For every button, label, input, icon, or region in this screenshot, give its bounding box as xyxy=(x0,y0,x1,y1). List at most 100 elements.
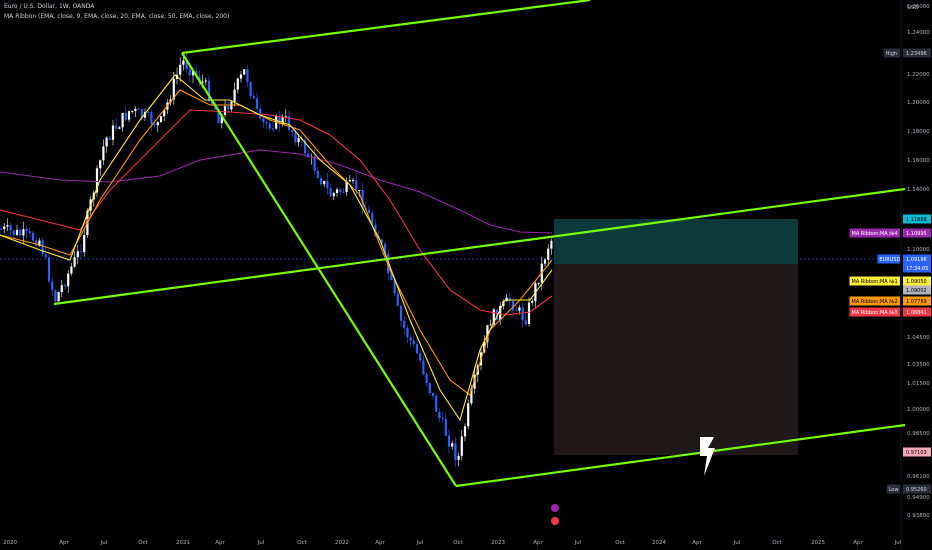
candle-body xyxy=(233,89,236,102)
candle-body xyxy=(367,209,371,214)
candle-body xyxy=(153,124,156,126)
candle-body xyxy=(550,240,553,249)
price-tick-label: 1.04500 xyxy=(907,335,930,341)
candle-body xyxy=(28,231,31,233)
candle-body xyxy=(249,82,252,97)
candle-body xyxy=(297,138,300,143)
candle-body xyxy=(63,285,67,287)
candle-body xyxy=(25,229,28,232)
candle-body xyxy=(137,108,140,110)
candle-body xyxy=(422,360,425,375)
price-tag-value: 1.09050 xyxy=(906,279,927,285)
candle-body xyxy=(460,436,463,456)
dividend-marker-icon[interactable] xyxy=(551,517,559,525)
price-tag-label: MA Ribbon:MA №2 xyxy=(852,299,898,305)
candle-body xyxy=(518,307,521,311)
ma3-line[interactable] xyxy=(0,109,553,316)
candle-body xyxy=(12,230,15,235)
candle-body xyxy=(332,192,335,197)
candle-body xyxy=(227,106,230,110)
ma4-line[interactable] xyxy=(0,149,553,234)
candle-body xyxy=(111,125,115,140)
candle-body xyxy=(329,188,332,197)
time-tick-label: Apr xyxy=(853,540,863,546)
price-chart[interactable]: 1.260001.240001.220001.200001.180001.160… xyxy=(0,0,932,550)
candle-body xyxy=(115,125,118,129)
price-tick-label: 0.93800 xyxy=(907,513,930,519)
candle-body xyxy=(150,112,153,125)
price-tick-label: 0.98500 xyxy=(907,431,930,437)
candle-body xyxy=(179,64,182,75)
time-tick-label: Jul xyxy=(257,540,265,546)
candle-body xyxy=(204,80,207,82)
candle-body xyxy=(262,118,265,123)
candle-body xyxy=(396,293,399,306)
event-marker-icon[interactable] xyxy=(551,504,559,512)
candle-body xyxy=(457,455,460,460)
candle-body xyxy=(19,229,22,236)
candle-body xyxy=(335,189,339,193)
price-tick-label: 1.18000 xyxy=(907,129,930,135)
price-tag-label: MA Ribbon:MA №3 xyxy=(852,310,898,316)
time-tick-label: Oct xyxy=(138,540,148,546)
time-tick-label: Apr xyxy=(215,540,225,546)
candle-body xyxy=(294,131,297,143)
candle-body xyxy=(121,113,124,128)
candle-body xyxy=(246,69,249,83)
price-tag-value: 0.97103 xyxy=(906,450,927,456)
time-axis[interactable]: 2020 Apr Jul Oct 2021 Apr Jul Oct 2022 Apr Jul Oct 2… xyxy=(3,540,902,546)
candle-body xyxy=(47,257,51,282)
price-tick-label: 1.01500 xyxy=(907,381,930,387)
candle-body xyxy=(415,344,419,354)
candle-body xyxy=(79,251,83,253)
candle-body xyxy=(521,307,524,321)
time-tick-label: 2021 xyxy=(176,540,190,546)
candle-body xyxy=(265,122,268,124)
price-tag-label: High xyxy=(886,51,898,57)
price-tag-label: MA Ribbon:MA №1 xyxy=(852,279,898,285)
candle-body xyxy=(182,60,185,65)
upper-channel-line[interactable] xyxy=(181,0,591,55)
time-tick-label: Apr xyxy=(375,540,385,546)
candle-body xyxy=(22,229,25,236)
candle-body xyxy=(76,251,79,258)
price-tag-label: MA Ribbon:MA №4 xyxy=(852,231,898,237)
candle-body xyxy=(537,282,540,284)
candle-body xyxy=(9,225,12,231)
price-tag-label: EURUSD xyxy=(879,257,900,263)
price-tick-label: 1.10000 xyxy=(907,247,930,253)
candle-body xyxy=(467,403,470,427)
candle-body xyxy=(403,320,406,328)
price-tick-label: 1.20000 xyxy=(907,100,930,106)
candle-body xyxy=(348,180,351,182)
candle-body xyxy=(35,240,38,246)
candle-body xyxy=(44,254,47,258)
candle-body xyxy=(515,310,518,312)
ma2-line[interactable] xyxy=(0,89,553,396)
candle-body xyxy=(223,106,227,115)
candle-body xyxy=(99,160,102,169)
candle-body xyxy=(524,320,527,324)
candle-body xyxy=(102,146,105,161)
price-tag-value: 1.09198 xyxy=(906,257,927,263)
candle-body xyxy=(31,232,35,241)
time-tick-label: Oct xyxy=(615,540,625,546)
price-tag-value: 1.11888 xyxy=(906,217,927,223)
stop-zone[interactable] xyxy=(554,264,798,455)
time-tick-label: Oct xyxy=(297,540,307,546)
candle-body xyxy=(54,290,57,302)
time-tick-label: Apr xyxy=(533,540,543,546)
candle-body xyxy=(489,324,492,326)
candle-body xyxy=(83,234,86,253)
candle-body xyxy=(339,189,342,192)
down-trend-line[interactable] xyxy=(181,52,457,487)
candle-body xyxy=(399,305,403,321)
time-tick-label: 2025 xyxy=(811,540,825,546)
candle-body xyxy=(438,411,441,419)
price-tag-value: 0.95260 xyxy=(906,487,927,493)
candle-body xyxy=(243,69,246,75)
candle-body xyxy=(268,123,271,129)
candle-body xyxy=(454,443,457,460)
candle-body xyxy=(463,426,467,437)
target-zone[interactable] xyxy=(554,219,798,264)
